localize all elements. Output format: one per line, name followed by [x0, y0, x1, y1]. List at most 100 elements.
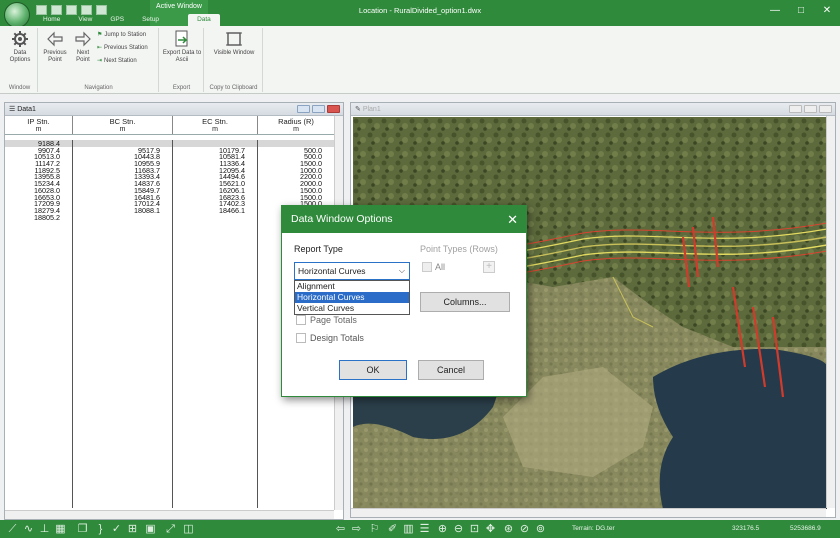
ribbon-group-navigation: Previous Point Next Point ⚑ Jump to Stati… — [39, 28, 159, 92]
station-back-icon: ⇤ — [97, 45, 103, 51]
table-cell[interactable]: 18088.1 — [73, 207, 172, 214]
grid-icon: ☰ — [9, 106, 18, 113]
flag-icon: ⚑ — [97, 32, 103, 38]
report-type-label: Report Type — [294, 244, 343, 254]
plan-window-horizontal-scrollbar[interactable] — [351, 508, 826, 517]
option-alignment[interactable]: Alignment — [295, 281, 409, 292]
zoom-extents-icon[interactable]: ⊛ — [502, 523, 515, 535]
all-checkbox[interactable] — [422, 262, 432, 272]
plan-window-titlebar: ✎ Plan1 — [351, 103, 835, 116]
design-totals-label: Design Totals — [310, 333, 364, 343]
zoom-window-icon[interactable]: ⊡ — [468, 523, 481, 535]
sheet-icon[interactable]: ▣ — [144, 523, 157, 535]
grid-icon[interactable]: ⊞ — [126, 523, 139, 535]
grid-column-ec: 10179.7 10581.4 11336.4 12095.4 14494.6 15621… — [173, 140, 258, 508]
close-button[interactable]: ✕ — [814, 0, 840, 22]
maximize-button[interactable]: □ — [788, 0, 814, 22]
window-controls: — □ ✕ — [762, 0, 840, 22]
table-icon[interactable]: ▦ — [54, 523, 67, 535]
data-window-close-button[interactable] — [327, 105, 340, 113]
nav-forward-icon[interactable]: ⇨ — [350, 523, 363, 535]
cancel-button[interactable]: Cancel — [418, 360, 484, 380]
all-label: All — [435, 262, 446, 272]
data-options-button[interactable]: Data Options — [4, 30, 36, 64]
list-icon[interactable]: ☰ — [418, 523, 431, 535]
data-window-minimize-button[interactable] — [297, 105, 310, 113]
jump-to-station-button[interactable]: ⚑ Jump to Station — [97, 31, 146, 39]
table-cell[interactable]: 18805.2 — [5, 214, 72, 221]
column-header[interactable]: EC Stn. m — [173, 116, 258, 134]
table-cell[interactable]: 500.0 — [258, 147, 334, 154]
tab-setup[interactable]: Setup — [133, 14, 168, 26]
visible-window-button[interactable]: Visible Window — [213, 30, 255, 57]
arrow-right-icon — [75, 31, 91, 47]
window-icon[interactable]: ◫ — [182, 523, 195, 535]
coordinate-x: 323176.5 — [732, 525, 760, 532]
grid-column-bc: 9517.9 10443.8 10955.9 11683.7 13393.4 14837.… — [73, 140, 173, 508]
next-station-button[interactable]: ⇥ Next Station — [97, 57, 137, 65]
columns-button[interactable]: Columns... — [420, 292, 510, 312]
chevron-down-icon: ⌵ — [398, 266, 405, 275]
page-totals-label: Page Totals — [310, 315, 357, 325]
station-next-icon: ⇥ — [97, 58, 103, 64]
pan-icon[interactable]: ✥ — [484, 523, 497, 535]
table-cell[interactable]: 2200.0 — [258, 173, 334, 180]
data-window-options-dialog: Data Window Options ✕ Report Type Point … — [281, 205, 527, 397]
status-bar: ⟋ ∿ ⊥ ▦ ❐ } ✓ ⊞ ▣ ⤢ ◫ ⇦ ⇨ ⚐ ✐ ▥ ☰ ⊕ ⊖ ⊡ … — [0, 520, 840, 538]
previous-station-button[interactable]: ⇤ Previous Station — [97, 44, 148, 52]
tab-home[interactable]: Home — [34, 14, 69, 26]
data-window-restore-button[interactable] — [312, 105, 325, 113]
flag-icon[interactable]: ⚐ — [368, 523, 381, 535]
table-cell[interactable]: 500.0 — [258, 153, 334, 160]
data-window-title: Data1 — [17, 106, 36, 113]
column-header[interactable]: Radius (R) m — [258, 116, 334, 134]
plan-window-minimize-button[interactable] — [789, 105, 802, 113]
plan-window-close-button[interactable] — [819, 105, 832, 113]
layers-icon[interactable]: ❐ — [76, 523, 89, 535]
option-vertical-curves[interactable]: Vertical Curves — [295, 303, 409, 314]
tab-view[interactable]: View — [69, 14, 101, 26]
table-cell[interactable]: 1000.0 — [258, 167, 334, 174]
intersect-icon[interactable]: ⊥ — [38, 523, 51, 535]
bracket-icon[interactable]: } — [94, 523, 107, 535]
tab-data[interactable]: Data — [188, 14, 220, 26]
curve-icon[interactable]: ∿ — [22, 523, 35, 535]
plan-window-restore-button[interactable] — [804, 105, 817, 113]
report-type-select[interactable]: Horizontal Curves ⌵ — [294, 262, 410, 280]
ok-button[interactable]: OK — [339, 360, 407, 380]
option-horizontal-curves[interactable]: Horizontal Curves — [295, 292, 409, 303]
table-cell[interactable]: 18466.1 — [173, 207, 257, 214]
export-data-button[interactable]: Export Data to Ascii — [162, 30, 202, 64]
grid-header: IP Stn. m BC Stn. m EC Stn. m Radius (R) m — [5, 116, 343, 135]
zoom-in-icon[interactable]: ⊕ — [436, 523, 449, 535]
dialog-close-button[interactable]: ✕ — [507, 206, 518, 233]
plan-window-vertical-scrollbar[interactable] — [826, 116, 835, 508]
nav-back-icon[interactable]: ⇦ — [334, 523, 347, 535]
measure-icon[interactable]: ⤢ — [164, 523, 177, 535]
minimize-button[interactable]: — — [762, 0, 788, 22]
previous-point-button[interactable]: Previous Point — [41, 30, 69, 64]
zoom-previous-icon[interactable]: ⊘ — [518, 523, 531, 535]
table-cell[interactable]: 1500.0 — [258, 187, 334, 194]
table-cell[interactable]: 1500.0 — [258, 194, 334, 201]
data-window-horizontal-scrollbar[interactable] — [5, 510, 334, 519]
check-icon[interactable]: ✓ — [110, 523, 123, 535]
add-point-type-button[interactable]: + — [483, 261, 495, 273]
table-cell[interactable]: 1500.0 — [258, 160, 334, 167]
table-cell[interactable] — [258, 140, 334, 147]
tab-gps[interactable]: GPS — [101, 14, 133, 26]
draw-icon[interactable]: ✐ — [386, 523, 399, 535]
design-totals-checkbox[interactable] — [296, 333, 306, 343]
column-header[interactable]: IP Stn. m — [5, 116, 73, 134]
page-totals-checkbox[interactable] — [296, 315, 306, 325]
book-icon[interactable]: ▥ — [402, 523, 415, 535]
point-types-label: Point Types (Rows) — [420, 244, 498, 254]
zoom-out-icon[interactable]: ⊖ — [452, 523, 465, 535]
draw-line-icon[interactable]: ⟋ — [6, 523, 19, 535]
zoom-realtime-icon[interactable]: ⊚ — [534, 523, 547, 535]
column-header[interactable]: BC Stn. m — [73, 116, 173, 134]
next-point-button[interactable]: Next Point — [71, 30, 95, 64]
dialog-title: Data Window Options — [291, 213, 393, 225]
report-type-dropdown-list: Alignment Horizontal Curves Vertical Cur… — [294, 280, 410, 315]
table-cell[interactable]: 2000.0 — [258, 180, 334, 187]
